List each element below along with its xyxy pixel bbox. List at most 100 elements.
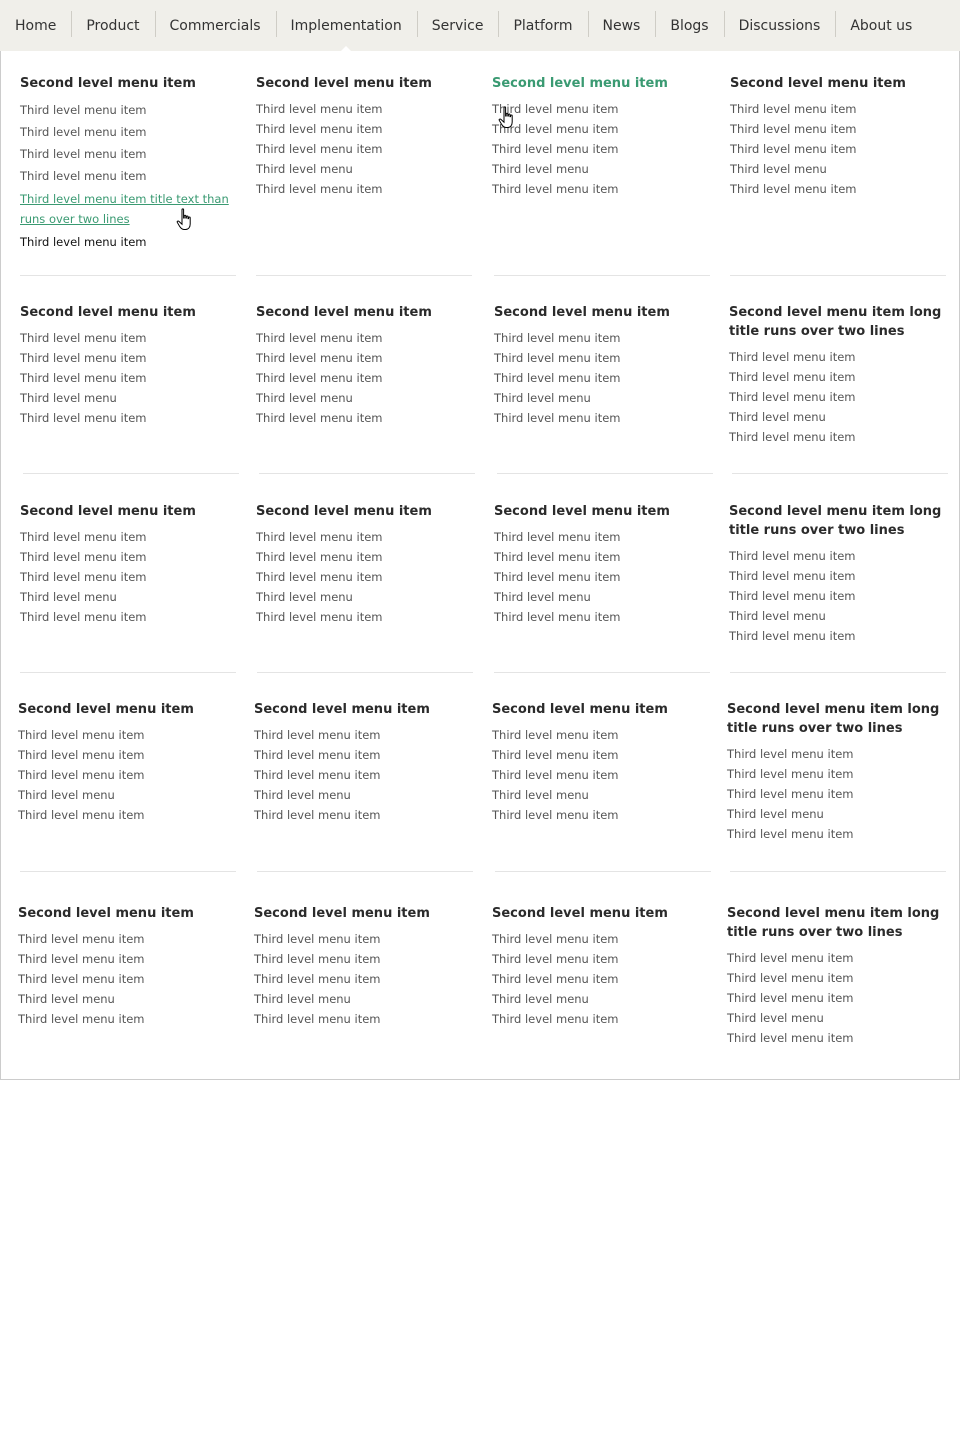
second-level-menu-item[interactable]: Second level menu item [730,74,946,93]
third-level-menu-item[interactable]: Third level menu item [254,765,470,785]
nav-item-news[interactable]: News [587,11,656,37]
third-level-menu-item[interactable]: Third level menu item [492,765,708,785]
third-level-menu-item[interactable]: Third level menu [254,785,470,805]
nav-item-implementation[interactable]: Implementation [275,11,417,52]
third-level-menu-item[interactable]: Third level menu item [492,139,708,159]
second-level-menu-item[interactable]: Second level menu item [254,700,470,719]
third-level-menu-item[interactable]: Third level menu item [254,805,470,825]
second-level-menu-item[interactable]: Second level menu item [494,502,710,521]
third-level-menu-item[interactable]: Third level menu item [20,348,236,368]
third-level-menu-item[interactable]: Third level menu item [20,368,236,388]
third-level-menu-item[interactable]: Third level menu [256,159,472,179]
third-level-menu-item[interactable]: Third level menu item [727,744,943,764]
third-level-menu-item[interactable]: Third level menu item [18,969,234,989]
third-level-menu-item[interactable]: Third level menu item [256,547,472,567]
third-level-menu-item[interactable]: Third level menu [256,587,472,607]
third-level-menu-item[interactable]: Third level menu item [492,969,708,989]
third-level-menu-item[interactable]: Third level menu item [254,949,470,969]
second-level-menu-item[interactable]: Second level menu item [492,904,708,923]
third-level-menu-item[interactable]: Third level menu item [729,626,945,646]
third-level-menu-item[interactable]: Third level menu [494,587,710,607]
third-level-menu-item[interactable]: Third level menu [727,1008,943,1028]
nav-item-product[interactable]: Product [71,11,154,37]
third-level-menu-item[interactable]: Third level menu [730,159,946,179]
third-level-menu-item[interactable]: Third level menu item [256,348,472,368]
third-level-menu-item[interactable]: Third level menu item [20,408,236,428]
third-level-menu-item[interactable]: Third level menu [18,989,234,1009]
third-level-menu-item[interactable]: Third level menu [729,606,945,626]
third-level-menu-item[interactable]: Third level menu item [492,745,708,765]
third-level-menu-item[interactable]: Third level menu item [494,547,710,567]
third-level-menu-item[interactable]: Third level menu item [492,725,708,745]
second-level-menu-item[interactable]: Second level menu item [256,502,472,521]
nav-item-service[interactable]: Service [416,11,499,37]
third-level-menu-item[interactable]: Third level menu item [729,347,945,367]
second-level-menu-item[interactable]: Second level menu item long title runs o… [727,904,943,942]
third-level-menu-item[interactable]: Third level menu item [729,546,945,566]
second-level-menu-item[interactable]: Second level menu item long title runs o… [729,502,945,540]
third-level-menu-item[interactable]: Third level menu item [730,179,946,199]
third-level-menu-item[interactable]: Third level menu item [494,408,710,428]
second-level-menu-item[interactable]: Second level menu item [256,303,472,322]
third-level-menu-item[interactable]: Third level menu item [729,586,945,606]
third-level-menu-item[interactable]: Third level menu item [254,745,470,765]
third-level-menu-item[interactable]: Third level menu [20,587,236,607]
third-level-menu-item[interactable]: Third level menu item [494,607,710,627]
second-level-menu-item[interactable]: Second level menu item [492,700,708,719]
third-level-menu-item[interactable]: Third level menu item [730,139,946,159]
third-level-menu-item[interactable]: Third level menu item [18,765,234,785]
third-level-menu-item[interactable]: Third level menu item [256,179,472,199]
third-level-menu-item[interactable]: Third level menu item [256,368,472,388]
third-level-menu-item[interactable]: Third level menu item [20,328,236,348]
third-level-menu-item[interactable]: Third level menu item [18,805,234,825]
third-level-menu-item[interactable]: Third level menu item [20,567,236,587]
third-level-menu-item[interactable]: Third level menu item [256,408,472,428]
third-level-menu-item[interactable]: Third level menu item [256,328,472,348]
third-level-menu-item[interactable]: Third level menu item [256,527,472,547]
third-level-menu-item[interactable]: Third level menu item [18,929,234,949]
third-level-menu-item[interactable]: Third level menu item [494,348,710,368]
third-level-menu-item[interactable]: Third level menu item [256,607,472,627]
third-level-menu-item[interactable]: Third level menu item [492,805,708,825]
third-level-menu-item[interactable]: Third level menu item [20,121,236,143]
third-level-menu-item[interactable]: Third level menu item [494,527,710,547]
third-level-menu-item[interactable]: Third level menu item [18,1009,234,1029]
third-level-menu-item[interactable]: Third level menu item [20,231,236,253]
third-level-menu-item[interactable]: Third level menu item [492,119,708,139]
third-level-menu-item[interactable]: Third level menu item [20,99,236,121]
third-level-menu-item[interactable]: Third level menu item [20,165,236,187]
nav-item-commercials[interactable]: Commercials [154,11,276,37]
third-level-menu-item[interactable]: Third level menu item [492,179,708,199]
third-level-menu-item[interactable]: Third level menu [256,388,472,408]
second-level-menu-item[interactable]: Second level menu item [256,74,472,93]
third-level-menu-item[interactable]: Third level menu item [254,725,470,745]
nav-item-about-us[interactable]: About us [835,11,927,37]
third-level-menu-item[interactable]: Third level menu item [20,527,236,547]
third-level-menu-item[interactable]: Third level menu item [20,143,236,165]
third-level-menu-item[interactable]: Third level menu [729,407,945,427]
third-level-menu-item[interactable]: Third level menu item [20,547,236,567]
third-level-menu-item[interactable]: Third level menu item [254,1009,470,1029]
third-level-menu-item[interactable]: Third level menu item [256,139,472,159]
nav-item-home[interactable]: Home [0,16,71,36]
third-level-menu-item[interactable]: Third level menu [727,804,943,824]
nav-item-discussions[interactable]: Discussions [723,11,836,37]
third-level-menu-item[interactable]: Third level menu item [494,567,710,587]
third-level-menu-item[interactable]: Third level menu item [727,764,943,784]
third-level-menu-item[interactable]: Third level menu item [729,367,945,387]
third-level-menu-item[interactable]: Third level menu item [18,949,234,969]
third-level-menu-item[interactable]: Third level menu item [20,607,236,627]
nav-item-blogs[interactable]: Blogs [655,11,723,37]
third-level-menu-item[interactable]: Third level menu item [727,948,943,968]
third-level-menu-item[interactable]: Third level menu [492,159,708,179]
second-level-menu-item[interactable]: Second level menu item [254,904,470,923]
third-level-menu-item[interactable]: Third level menu [492,785,708,805]
nav-item-platform[interactable]: Platform [498,11,587,37]
third-level-menu-item-hovered[interactable]: Third level menu item title text than ru… [20,189,236,229]
second-level-menu-item[interactable]: Second level menu item [18,700,234,719]
third-level-menu-item[interactable]: Third level menu item [256,567,472,587]
third-level-menu-item[interactable]: Third level menu item [254,929,470,949]
third-level-menu-item[interactable]: Third level menu item [492,99,708,119]
third-level-menu-item[interactable]: Third level menu item [729,427,945,447]
third-level-menu-item[interactable]: Third level menu item [256,119,472,139]
